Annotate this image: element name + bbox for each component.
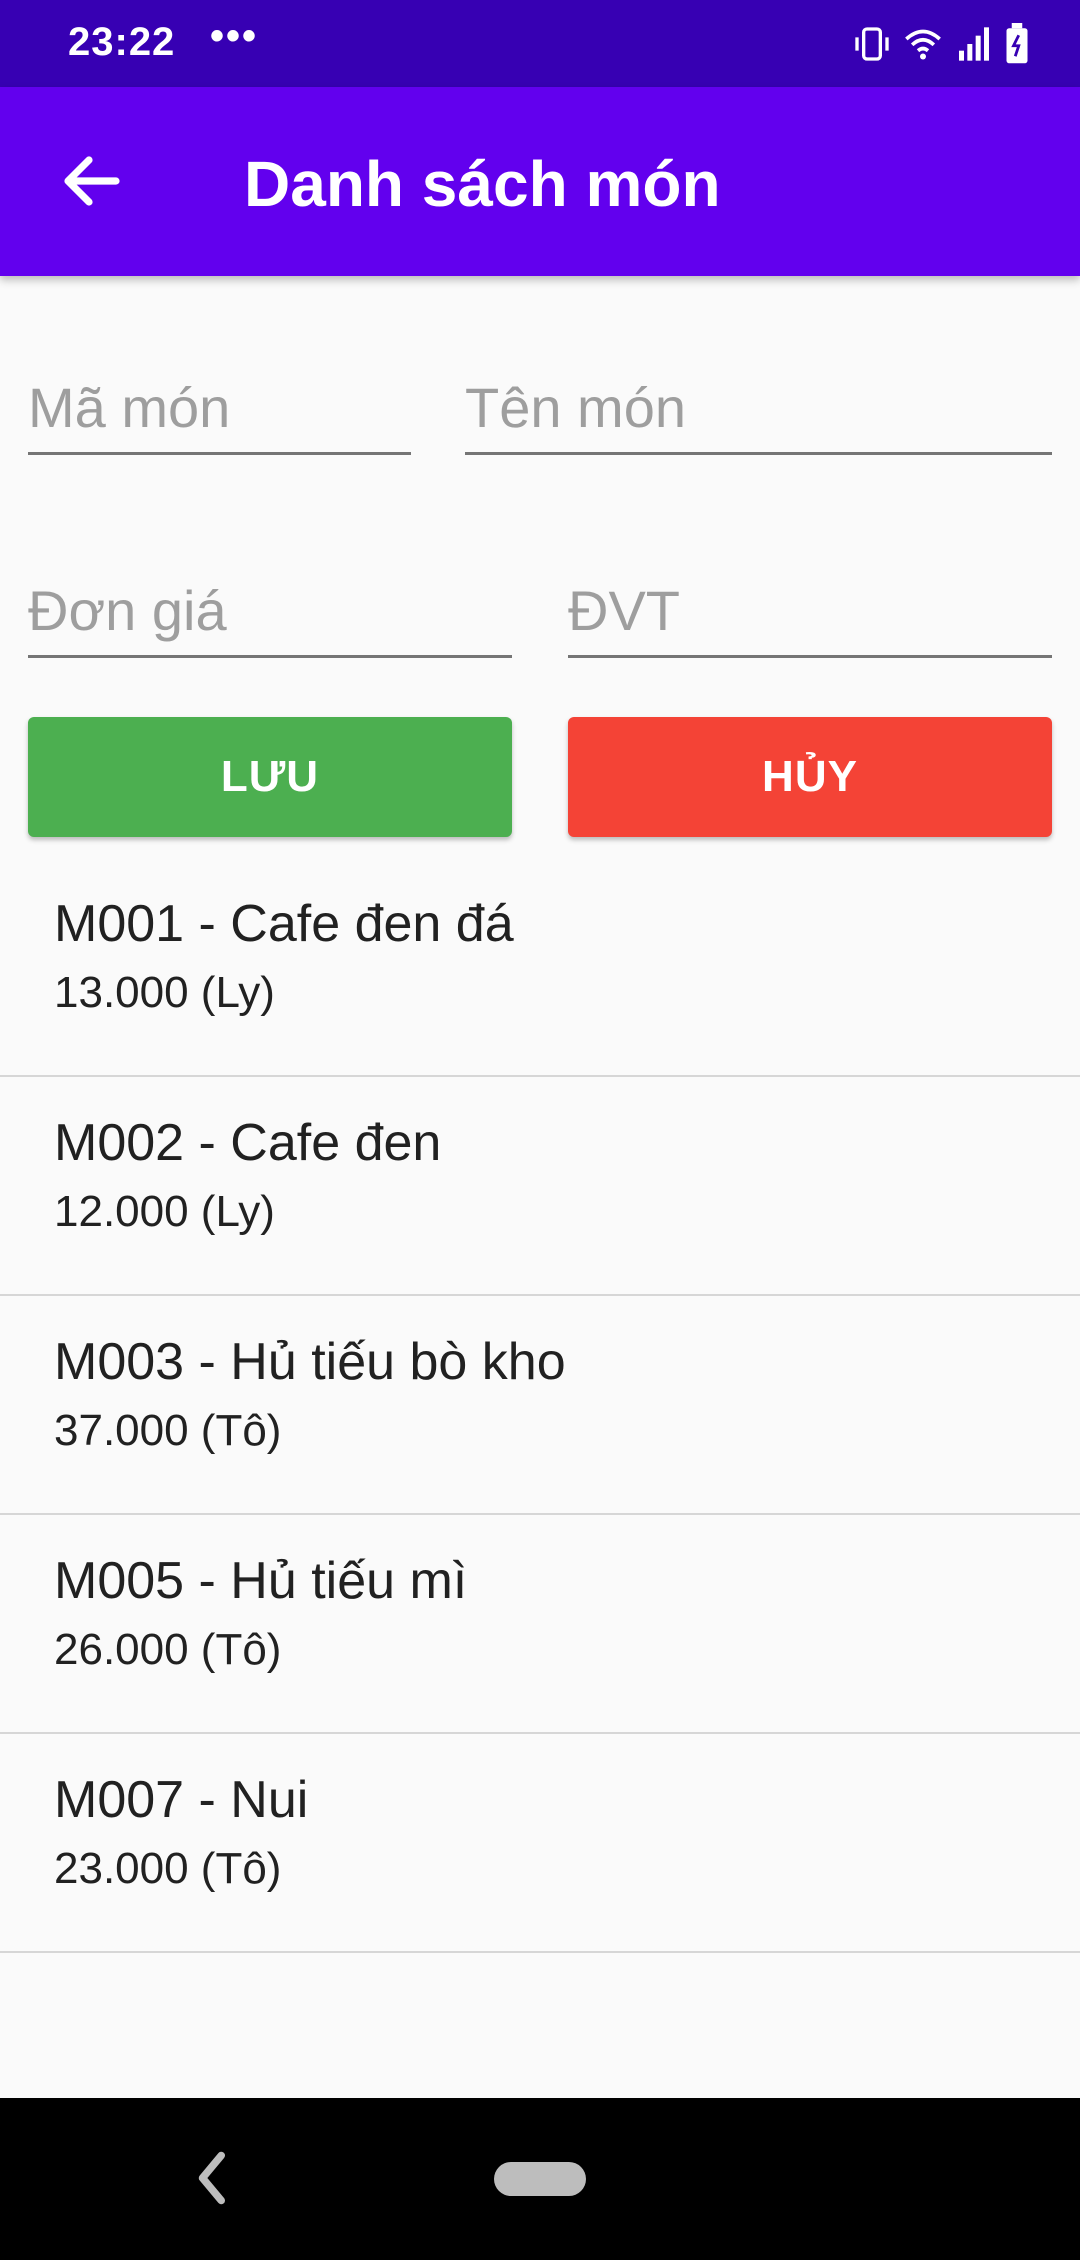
code-field[interactable] xyxy=(28,362,411,455)
battery-icon xyxy=(1006,23,1028,64)
list-item[interactable]: M002 - Cafe đen 12.000 (Ly) xyxy=(0,1077,1080,1296)
save-button[interactable]: LƯU xyxy=(28,717,512,837)
unit-input[interactable] xyxy=(568,565,1052,655)
cancel-button[interactable]: HỦY xyxy=(568,717,1052,837)
nav-back-icon[interactable] xyxy=(190,2148,230,2208)
status-icons xyxy=(852,20,1030,68)
notification-dots: ••• xyxy=(210,14,259,58)
item-price-unit: 26.000 (Tô) xyxy=(54,1625,282,1674)
status-bar: 23:22 ••• xyxy=(0,0,1080,87)
unit-field[interactable] xyxy=(568,565,1052,658)
list-item[interactable]: M005 - Hủ tiếu mì 26.000 (Tô) xyxy=(0,1515,1080,1734)
item-title: M005 - Hủ tiếu mì xyxy=(54,1552,468,1610)
dish-list: M001 - Cafe đen đá 13.000 (Ly) M002 - Ca… xyxy=(0,858,1080,1953)
name-field[interactable] xyxy=(465,362,1052,455)
item-title: M002 - Cafe đen xyxy=(54,1114,442,1172)
back-arrow-icon[interactable] xyxy=(56,145,128,217)
item-price-unit: 23.000 (Tô) xyxy=(54,1844,282,1893)
list-item[interactable]: M007 - Nui 23.000 (Tô) xyxy=(0,1734,1080,1953)
item-price-unit: 37.000 (Tô) xyxy=(54,1406,282,1455)
navigation-bar xyxy=(0,2098,1080,2260)
status-time: 23:22 xyxy=(68,20,176,64)
item-price-unit: 12.000 (Ly) xyxy=(54,1187,275,1236)
code-input[interactable] xyxy=(28,362,411,452)
home-pill-button[interactable] xyxy=(494,2162,586,2196)
price-input[interactable] xyxy=(28,565,512,655)
wifi-icon xyxy=(905,29,941,60)
list-item[interactable]: M003 - Hủ tiếu bò kho 37.000 (Tô) xyxy=(0,1296,1080,1515)
vibrate-icon xyxy=(855,27,889,61)
item-title: M003 - Hủ tiếu bò kho xyxy=(54,1333,566,1391)
page-title: Danh sách món xyxy=(244,148,721,220)
list-item[interactable]: M001 - Cafe đen đá 13.000 (Ly) xyxy=(0,858,1080,1077)
app-bar: Danh sách món xyxy=(0,87,1080,276)
item-price-unit: 13.000 (Ly) xyxy=(54,968,275,1017)
item-title: M001 - Cafe đen đá xyxy=(54,895,514,953)
signal-icon xyxy=(959,27,989,61)
item-title: M007 - Nui xyxy=(54,1771,309,1829)
price-field[interactable] xyxy=(28,565,512,658)
name-input[interactable] xyxy=(465,362,1052,452)
